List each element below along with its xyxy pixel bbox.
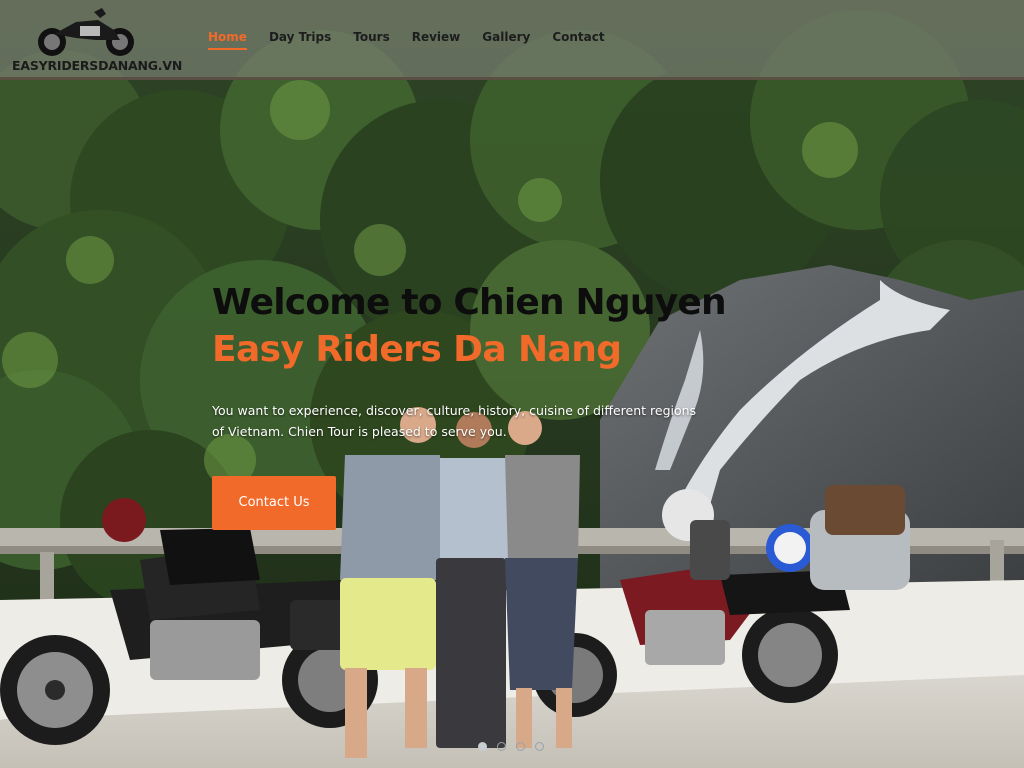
nav-link-gallery[interactable]: Gallery xyxy=(482,29,530,50)
main-navigation: Home Day Trips Tours Review Gallery Cont… xyxy=(208,29,627,50)
site-header: EASYRIDERSDANANG.VN Home Day Trips Tours… xyxy=(0,0,1024,80)
nav-link-tours[interactable]: Tours xyxy=(353,29,389,50)
hero-section: Welcome to Chien Nguyen Easy Riders Da N… xyxy=(212,280,772,530)
contact-us-button[interactable]: Contact Us xyxy=(212,475,336,530)
nav-link-day-trips[interactable]: Day Trips xyxy=(269,29,331,50)
hero-subtitle: Easy Riders Da Nang xyxy=(212,329,622,370)
slider-dot-1[interactable] xyxy=(478,742,487,751)
slider-dot-2[interactable] xyxy=(497,742,506,751)
nav-link-home[interactable]: Home xyxy=(208,29,247,50)
nav-link-review[interactable]: Review xyxy=(412,29,461,50)
hero-description: You want to experience, discover, cultur… xyxy=(212,403,697,439)
motorcycle-icon xyxy=(36,4,136,63)
hero-title: Welcome to Chien Nguyen xyxy=(212,282,727,323)
nav-link-contact[interactable]: Contact xyxy=(552,29,604,50)
logo-text: EASYRIDERSDANANG.VN xyxy=(12,58,183,73)
slider-pagination xyxy=(478,742,544,751)
slider-dot-3[interactable] xyxy=(516,742,525,751)
slider-dot-4[interactable] xyxy=(535,742,544,751)
logo[interactable]: EASYRIDERSDANANG.VN xyxy=(12,4,182,74)
